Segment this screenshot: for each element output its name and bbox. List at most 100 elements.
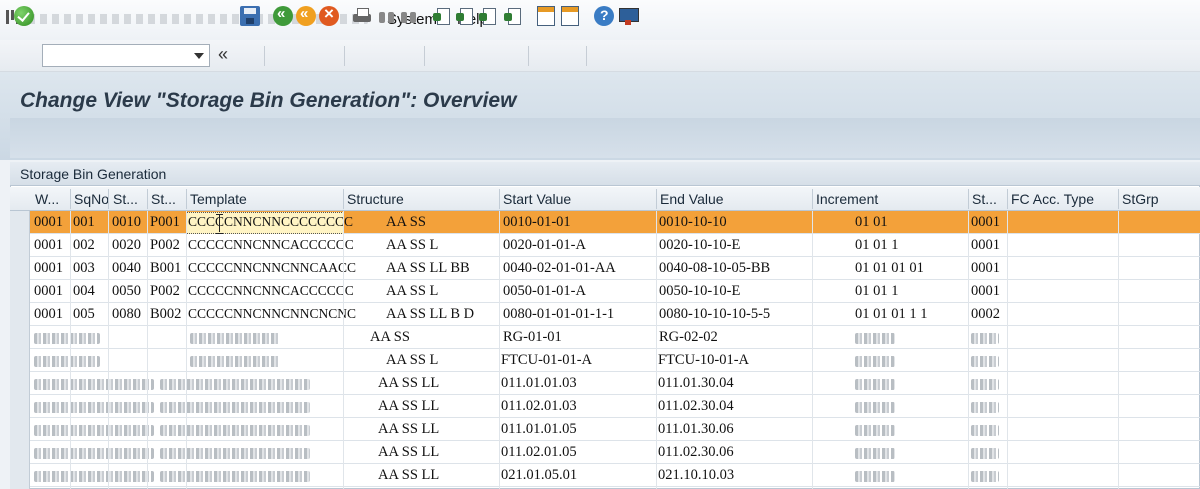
cell-end-value[interactable]: 0080-10-10-10-5-5 [659, 306, 770, 323]
cell-structure[interactable]: AA SS LL BB [386, 260, 470, 277]
cell-sqno[interactable]: 004 [73, 283, 95, 300]
cell-increment[interactable]: 01 01 [855, 214, 888, 231]
cell-structure[interactable]: AA SS LL [378, 398, 439, 415]
cell-sqno[interactable]: 002 [73, 237, 95, 254]
cell-structure[interactable]: AA SS LL [378, 375, 439, 392]
cell-structure[interactable]: AA SS [386, 214, 426, 231]
cell-storage-type[interactable]: 0040 [112, 260, 141, 277]
collapse-command-field-icon[interactable]: « [218, 44, 228, 65]
cell-end-value[interactable]: FTCU-10-01-A [658, 352, 749, 369]
cell-end-value[interactable]: 011.02.30.04 [658, 398, 734, 415]
previous-page-icon[interactable] [455, 6, 473, 26]
cell-sqno[interactable]: 001 [73, 214, 95, 231]
back-icon[interactable] [273, 5, 293, 26]
cell-increment[interactable]: 01 01 1 [855, 237, 899, 254]
cell-increment[interactable]: 01 01 01 1 1 [855, 306, 928, 323]
find-icon[interactable] [378, 6, 396, 26]
column-header[interactable]: St... [151, 191, 176, 207]
cell-increment[interactable]: 01 01 1 [855, 283, 899, 300]
cell-end-value[interactable]: RG-02-02 [659, 329, 718, 346]
cell-warehouse[interactable]: 0001 [34, 237, 63, 254]
cell-storage-bin-type[interactable]: 0001 [971, 260, 1000, 277]
cell-structure[interactable]: AA SS L [386, 283, 438, 300]
customize-layout-icon[interactable] [618, 6, 639, 26]
cell-warehouse[interactable]: 0001 [34, 214, 63, 231]
cell-end-value[interactable]: 011.02.30.06 [658, 444, 734, 461]
cell-sqno[interactable]: 005 [73, 306, 95, 323]
cell-storage-bin-type[interactable]: 0001 [971, 237, 1000, 254]
column-header[interactable]: W... [35, 191, 59, 207]
cell-warehouse[interactable]: 0001 [34, 260, 63, 277]
cell-end-value[interactable]: 0010-10-10 [659, 214, 727, 231]
cell-storage-section[interactable]: B002 [150, 306, 181, 323]
cell-start-value[interactable]: 0040-02-01-01-AA [503, 260, 616, 277]
cell-start-value[interactable]: 011.01.01.03 [501, 375, 577, 392]
cell-template[interactable]: CCCCCNNCNNCACCCCCC [188, 237, 354, 253]
cell-storage-section[interactable]: B001 [150, 260, 181, 277]
column-header[interactable]: Template [190, 191, 247, 207]
cell-storage-type[interactable]: 0010 [112, 214, 141, 231]
cell-end-value[interactable]: 011.01.30.04 [658, 375, 734, 392]
column-header[interactable]: St... [972, 191, 997, 207]
cell-start-value[interactable]: 021.01.05.01 [501, 467, 577, 484]
cancel-icon[interactable] [319, 4, 339, 26]
cell-structure[interactable]: AA SS [370, 329, 410, 346]
cell-increment[interactable]: 01 01 01 01 [855, 260, 924, 277]
first-page-icon[interactable] [432, 6, 450, 26]
next-page-icon[interactable] [478, 6, 496, 26]
find-next-icon[interactable] [400, 6, 418, 26]
column-header[interactable]: Start Value [503, 191, 571, 207]
cell-end-value[interactable]: 021.10.10.03 [658, 467, 734, 484]
cell-start-value[interactable]: 0050-01-01-A [503, 283, 586, 300]
cell-end-value[interactable]: 0020-10-10-E [659, 237, 740, 254]
column-header[interactable]: SqNo [74, 191, 109, 207]
cell-storage-section[interactable]: P001 [150, 214, 180, 231]
help-icon[interactable] [594, 6, 614, 26]
cell-structure[interactable]: AA SS L [386, 237, 438, 254]
save-icon[interactable] [240, 6, 260, 26]
column-header[interactable]: Structure [347, 191, 404, 207]
column-header[interactable]: St... [113, 191, 138, 207]
cell-end-value[interactable]: 0040-08-10-05-BB [659, 260, 770, 277]
cell-storage-bin-type[interactable]: 0001 [971, 214, 1000, 231]
print-icon[interactable] [352, 6, 372, 26]
cell-start-value[interactable]: FTCU-01-01-A [501, 352, 592, 369]
cell-end-value[interactable]: 0050-10-10-E [659, 283, 740, 300]
command-field[interactable] [42, 44, 210, 67]
create-shortcut-icon[interactable] [561, 6, 579, 26]
column-header[interactable]: End Value [660, 191, 724, 207]
cell-storage-type[interactable]: 0080 [112, 306, 141, 323]
cell-structure[interactable]: AA SS LL [378, 467, 439, 484]
cell-warehouse[interactable]: 0001 [34, 306, 63, 323]
column-header[interactable]: FC Acc. Type [1011, 191, 1094, 207]
cell-storage-bin-type[interactable]: 0002 [971, 306, 1000, 323]
cell-template[interactable]: CCCCCNNCNNCACCCCCC [188, 283, 354, 299]
chevron-down-icon[interactable] [194, 53, 204, 59]
cell-end-value[interactable]: 011.01.30.06 [658, 421, 734, 438]
new-session-icon[interactable] [537, 6, 555, 26]
last-page-icon[interactable] [503, 6, 521, 26]
cell-storage-type[interactable]: 0050 [112, 283, 141, 300]
cell-storage-type[interactable]: 0020 [112, 237, 141, 254]
cell-start-value[interactable]: RG-01-01 [503, 329, 562, 346]
cell-structure[interactable]: AA SS LL [378, 421, 439, 438]
cell-start-value[interactable]: 011.01.01.05 [501, 421, 577, 438]
cell-start-value[interactable]: 0020-01-01-A [503, 237, 586, 254]
column-header[interactable]: Increment [816, 191, 878, 207]
cell-storage-section[interactable]: P002 [150, 283, 180, 300]
cell-structure[interactable]: AA SS LL B D [386, 306, 474, 323]
cell-structure[interactable]: AA SS LL [378, 444, 439, 461]
cell-storage-section[interactable]: P002 [150, 237, 180, 254]
enter-icon[interactable] [14, 6, 34, 26]
cell-template[interactable]: CCCCCNNCNNCCCCCCCC [188, 214, 353, 230]
cell-storage-bin-type[interactable]: 0001 [971, 283, 1000, 300]
cell-start-value[interactable]: 011.02.01.03 [501, 398, 577, 415]
cell-start-value[interactable]: 0080-01-01-01-1-1 [503, 306, 614, 323]
cell-template[interactable]: CCCCCNNCNNCNNCAACC [188, 260, 356, 276]
column-header[interactable]: StGrp [1122, 191, 1159, 207]
cell-start-value[interactable]: 0010-01-01 [503, 214, 571, 231]
cell-start-value[interactable]: 011.02.01.05 [501, 444, 577, 461]
cell-template[interactable]: CCCCCNNCNNCNNCNCNC [188, 306, 356, 322]
cell-warehouse[interactable]: 0001 [34, 283, 63, 300]
row-selector-column[interactable] [10, 211, 30, 489]
